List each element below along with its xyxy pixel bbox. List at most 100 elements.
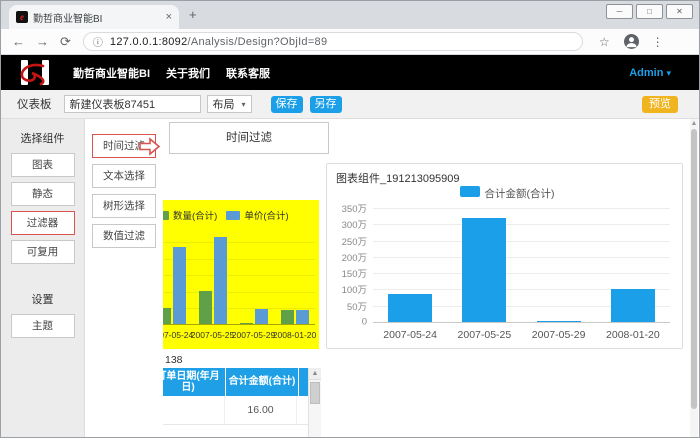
table-header-stub [299, 368, 308, 396]
window-maximize-button[interactable]: □ [636, 4, 663, 19]
browser-tab[interactable]: e 勤哲商业智能BI × [9, 5, 179, 29]
chart-gridline [151, 242, 315, 243]
nav-link-brand[interactable]: 勤哲商业智能BI [73, 65, 150, 81]
chart-bar [611, 289, 655, 322]
legend-label: 数量(合计) [173, 208, 217, 222]
chart-bar [281, 310, 294, 324]
component-sidebar: 选择组件图表静态过滤器可复用设置主题 [1, 119, 85, 438]
chart-title: 图表组件_191213095909 [336, 170, 460, 186]
chart-bar [214, 237, 227, 324]
save-as-button[interactable]: 另存 [310, 96, 342, 113]
y-axis-tick-label: 200万 [329, 250, 367, 264]
scroll-up-icon[interactable]: ▲ [309, 368, 321, 380]
main-chart-plot: 350万300万250万200万150万100万50万02007-05-2420… [373, 208, 670, 322]
preview-button[interactable]: 预览 [642, 96, 678, 113]
scroll-up-icon[interactable]: ▲ [690, 119, 698, 129]
chevron-down-icon: ▾ [241, 100, 245, 109]
y-axis-tick-label: 250万 [329, 234, 367, 248]
nav-link-about[interactable]: 关于我们 [166, 65, 210, 81]
chart-x-label: 2007-05-29 [232, 330, 275, 340]
yellow-chart-x-labels: 2007-05-242007-05-252007-05-292008-01-20 [151, 330, 315, 342]
new-tab-button[interactable]: + [189, 7, 197, 22]
y-axis-tick-label: 100万 [329, 282, 367, 296]
bookmark-star-icon[interactable]: ☆ [599, 35, 610, 49]
chevron-down-icon: ▾ [666, 68, 671, 78]
flyout-item-text-select[interactable]: 文本选择 [92, 164, 156, 188]
x-axis-tick-label: 2008-01-20 [588, 329, 678, 341]
table-row [151, 425, 321, 438]
filter-flyout-panel: 时间过滤文本选择树形选择数值过滤 [85, 119, 163, 438]
chart-gridline [373, 224, 670, 225]
table-scrollbar[interactable]: ▲ [308, 368, 321, 438]
chart-gridline [373, 257, 670, 258]
main-chart-legend: 合计金额(合计) [327, 186, 682, 201]
url-path: /Analysis/Design?ObjId=89 [188, 36, 328, 48]
yellow-chart-plot [151, 234, 315, 325]
page-scrollbar-thumb[interactable] [691, 129, 697, 409]
flyout-item-numeric-filter[interactable]: 数值过滤 [92, 224, 156, 248]
admin-menu[interactable]: Admin▾ [629, 67, 671, 79]
page-info-icon[interactable]: ⓘ [93, 34, 103, 49]
sidebar-section-title: 选择组件 [1, 130, 84, 146]
save-button[interactable]: 保存 [271, 96, 303, 113]
chart-bar [296, 310, 309, 324]
sidebar-section-title: 设置 [1, 291, 84, 307]
sidebar-item-static[interactable]: 静态 [11, 182, 75, 206]
forward-icon[interactable]: → [36, 34, 49, 49]
back-icon[interactable]: ← [12, 34, 25, 49]
sidebar-item-filters[interactable]: 过滤器 [11, 211, 75, 235]
layout-select-value: 布局 [213, 96, 235, 112]
y-axis-tick-label: 0 [329, 317, 367, 328]
chart-gridline [373, 208, 670, 209]
chart-bar [199, 291, 212, 324]
tab-title: 勤哲商业智能BI [33, 10, 162, 25]
dashboard-toolbar: 仪表板 布局 ▾ 保存 另存 预览 [1, 90, 699, 119]
app-header: 勤哲商业智能BI 关于我们联系客服 Admin▾ [1, 55, 699, 90]
reload-icon[interactable]: ⟳ [60, 34, 71, 50]
legend-label: 单价(合计) [244, 208, 288, 222]
chart-x-label: 2007-05-25 [191, 330, 234, 340]
layout-select[interactable]: 布局 ▾ [207, 95, 252, 113]
canvas-table-component[interactable]: 138 订单日期(年月日)合计金额(合计) 16.00 ▲ [151, 353, 321, 438]
canvas-main-bar-chart[interactable]: 图表组件_191213095909 合计金额(合计) 350万300万250万2… [326, 163, 683, 349]
chart-bar [462, 218, 506, 322]
canvas-time-filter-component[interactable]: 时间过滤 [169, 122, 329, 154]
dashboard-name-input[interactable] [64, 95, 201, 113]
page-scrollbar[interactable]: ▲ [690, 119, 698, 438]
person-icon [624, 34, 639, 49]
chart-bar [173, 247, 186, 324]
table-header-row: 订单日期(年月日)合计金额(合计) [151, 368, 321, 396]
chart-bar [255, 309, 268, 324]
chart-gridline [373, 322, 670, 323]
table-title-fragment: 138 [151, 353, 321, 368]
admin-label: Admin [629, 67, 663, 79]
window-minimize-button[interactable]: ─ [606, 4, 633, 19]
legend-item: 单价(合计) [226, 208, 288, 222]
table-cell: 16.00 [225, 396, 297, 424]
profile-avatar[interactable] [624, 34, 639, 49]
chart-bar [240, 323, 253, 324]
sidebar-item-reusable[interactable]: 可复用 [11, 240, 75, 264]
nav-link-support[interactable]: 联系客服 [226, 65, 270, 81]
url-text: 127.0.0.1:8092/Analysis/Design?ObjId=89 [110, 36, 328, 48]
legend-item: 数量(合计) [155, 208, 217, 222]
sidebar-item-theme[interactable]: 主题 [11, 314, 75, 338]
logo-swirl-icon [13, 59, 57, 86]
url-input[interactable]: ⓘ 127.0.0.1:8092/Analysis/Design?ObjId=8… [83, 32, 583, 51]
y-axis-tick-label: 350万 [329, 201, 367, 215]
tab-close-icon[interactable]: × [166, 11, 172, 23]
table-row: 16.00 [151, 396, 321, 425]
design-canvas-area: 选择组件图表静态过滤器可复用设置主题 时间过滤文本选择树形选择数值过滤 时间过滤… [1, 119, 699, 438]
y-axis-tick-label: 300万 [329, 217, 367, 231]
flyout-item-tree-select[interactable]: 树形选择 [92, 194, 156, 218]
window-close-button[interactable]: ✕ [666, 4, 693, 19]
y-axis-tick-label: 150万 [329, 266, 367, 280]
table-scrollbar-thumb[interactable] [310, 382, 320, 404]
y-axis-tick-label: 50万 [329, 299, 367, 313]
chart-bar [388, 294, 432, 322]
canvas-yellow-bar-chart[interactable]: 数量(合计) 单价(合计) 2007-05-242007-05-252007-05… [151, 200, 319, 349]
sidebar-item-charts[interactable]: 图表 [11, 153, 75, 177]
browser-menu-icon[interactable]: ⋮ [652, 35, 664, 49]
window-controls: ─ □ ✕ [606, 4, 693, 19]
dashboard-label: 仪表板 [17, 96, 52, 112]
